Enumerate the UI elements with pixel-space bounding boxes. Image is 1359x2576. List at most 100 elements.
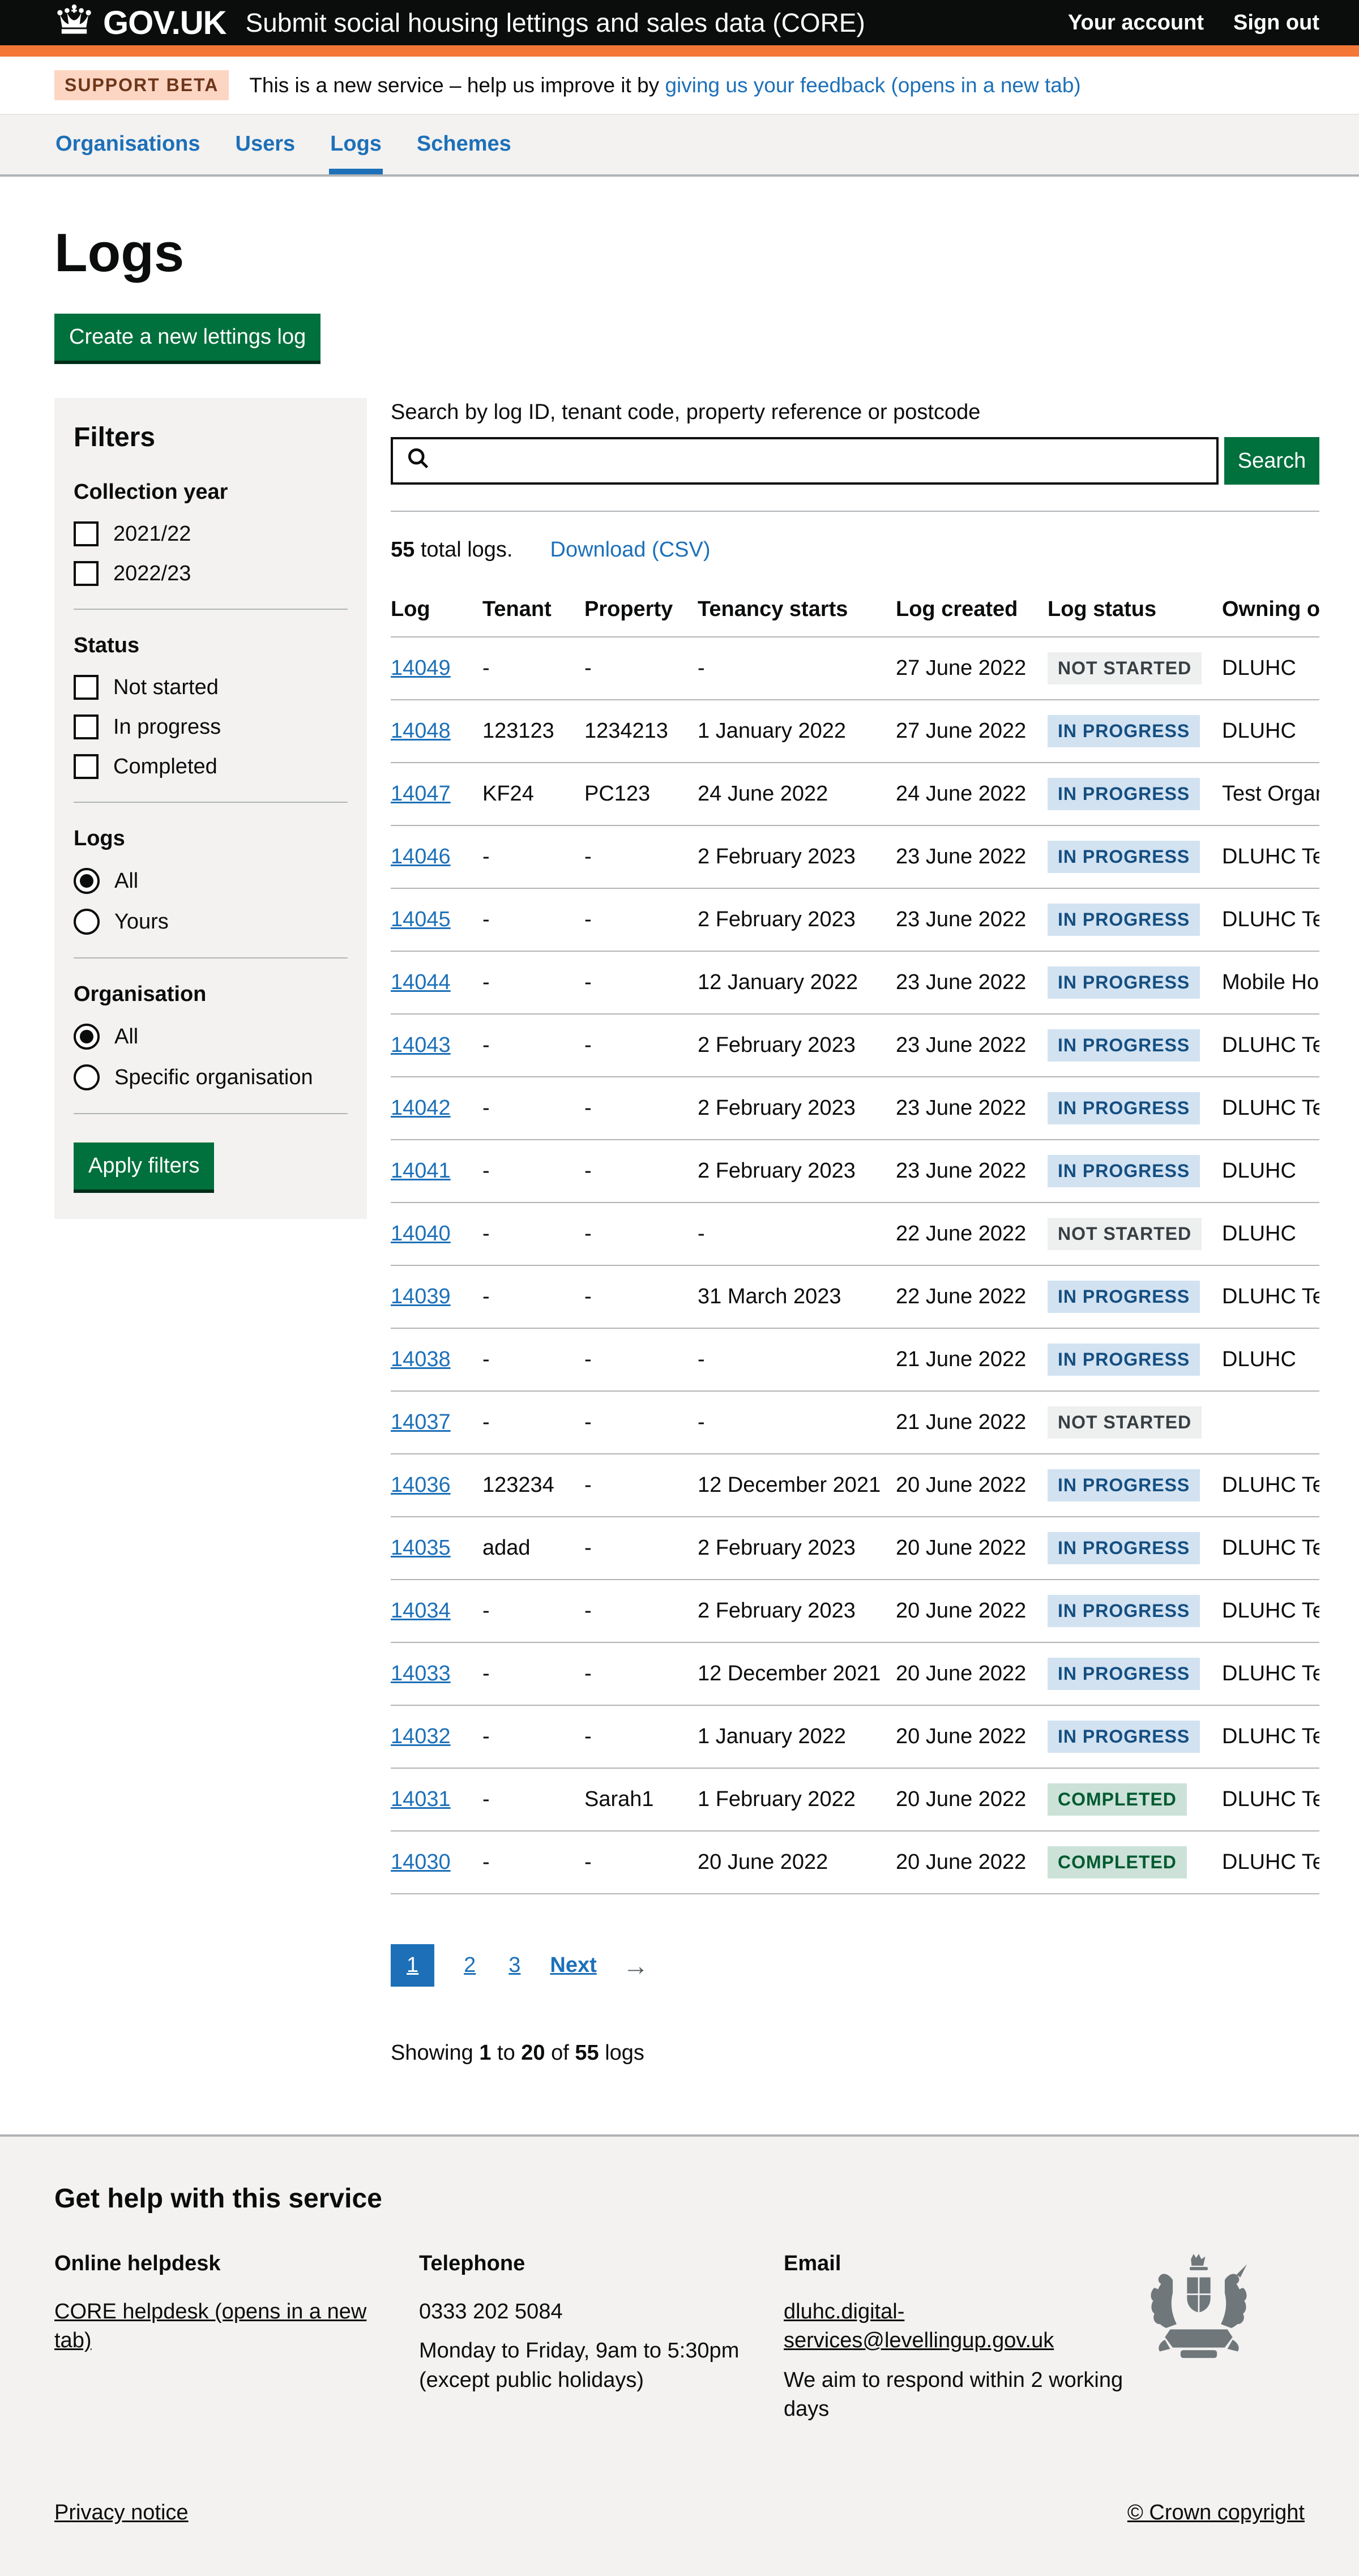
sign-out-link[interactable]: Sign out [1233, 11, 1319, 35]
log-created-cell: 23 June 2022 [896, 1014, 1048, 1077]
checkbox-option-not-started[interactable]: Not started [74, 675, 348, 700]
checkbox-2021-22[interactable] [74, 521, 99, 546]
checkbox-option-2022-23[interactable]: 2022/23 [74, 561, 348, 586]
owning-organisation-cell: DLUHC Test [1222, 1580, 1319, 1642]
nav-item-schemes[interactable]: Schemes [416, 115, 512, 174]
radio-option-logs-all[interactable]: All [74, 868, 348, 894]
log-id-link[interactable]: 14031 [391, 1787, 451, 1811]
log-id-link[interactable]: 14030 [391, 1850, 451, 1874]
radio-logs-all[interactable] [74, 868, 100, 894]
log-status-cell: IN PROGRESS [1048, 700, 1222, 763]
log-id-link[interactable]: 14040 [391, 1222, 451, 1246]
checkbox-option-completed[interactable]: Completed [74, 754, 348, 779]
property-cell: - [584, 1517, 698, 1580]
log-id-link[interactable]: 14035 [391, 1536, 451, 1560]
filters-panel: Filters Collection year 2021/22 2022/23 … [54, 398, 367, 1219]
service-name[interactable]: Submit social housing lettings and sales… [245, 7, 865, 38]
showing-suffix: logs [599, 2041, 644, 2065]
log-id-link[interactable]: 14033 [391, 1662, 451, 1685]
log-status-cell: IN PROGRESS [1048, 1705, 1222, 1768]
log-id-link[interactable]: 14048 [391, 719, 451, 743]
search-button[interactable]: Search [1224, 437, 1319, 485]
search-input[interactable] [441, 448, 1204, 474]
log-id-link[interactable]: 14041 [391, 1159, 451, 1183]
table-row: 14049---27 June 2022NOT STARTEDDLUHC [391, 637, 1319, 700]
property-cell: - [584, 1203, 698, 1265]
download-csv-link[interactable]: Download (CSV) [550, 538, 711, 562]
nav-item-organisations[interactable]: Organisations [54, 115, 202, 174]
log-id-link[interactable]: 14045 [391, 908, 451, 931]
property-cell: Sarah1 [584, 1768, 698, 1831]
radio-org-all[interactable] [74, 1024, 100, 1050]
log-id-link[interactable]: 14047 [391, 782, 451, 806]
property-cell: - [584, 1831, 698, 1894]
checkbox-option-in-progress[interactable]: In progress [74, 714, 348, 739]
radio-option-logs-yours[interactable]: Yours [74, 909, 348, 935]
tenant-cell: - [482, 1265, 584, 1328]
pagination-page-1-current[interactable]: 1 [391, 1944, 434, 1987]
table-row: 14033--12 December 202120 June 2022IN PR… [391, 1642, 1319, 1705]
main-content: Logs Create a new lettings log Filters C… [0, 222, 1359, 2065]
nav-item-users[interactable]: Users [234, 115, 297, 174]
tenancy-starts-cell: 1 February 2022 [698, 1768, 896, 1831]
tenant-cell: KF24 [482, 763, 584, 825]
footer: Get help with this service Online helpde… [0, 2134, 1359, 2576]
checkbox-label: Completed [113, 755, 217, 779]
log-id-link[interactable]: 14044 [391, 970, 451, 994]
owning-organisation-cell: DLUHC Test [1222, 1517, 1319, 1580]
tenant-cell: - [482, 888, 584, 951]
organisation-filter-title: Organisation [74, 982, 348, 1007]
pagination-page-3[interactable]: 3 [505, 1944, 524, 1987]
status-badge: IN PROGRESS [1048, 1469, 1200, 1501]
log-created-cell: 20 June 2022 [896, 1768, 1048, 1831]
log-status-cell: IN PROGRESS [1048, 825, 1222, 888]
filter-divider [74, 609, 348, 610]
radio-logs-yours[interactable] [74, 909, 100, 935]
email-link[interactable]: dluhc.digital-services@levellingup.gov.u… [784, 2300, 1054, 2352]
pagination-page-2[interactable]: 2 [460, 1944, 479, 1987]
nav-item-logs[interactable]: Logs [329, 115, 383, 174]
tenant-cell: - [482, 1768, 584, 1831]
status-badge: IN PROGRESS [1048, 1281, 1200, 1313]
privacy-notice-link[interactable]: Privacy notice [54, 2501, 189, 2525]
checkbox-in-progress[interactable] [74, 714, 99, 739]
log-id-link[interactable]: 14046 [391, 845, 451, 868]
pagination-next[interactable]: Next [550, 1944, 596, 1987]
feedback-link[interactable]: giving us your feedback (opens in a new … [665, 74, 1080, 97]
checkbox-not-started[interactable] [74, 675, 99, 700]
crown-copyright-link[interactable]: © Crown copyright [1127, 2501, 1305, 2525]
property-cell: - [584, 1265, 698, 1328]
apply-filters-button[interactable]: Apply filters [74, 1142, 214, 1189]
log-id-link[interactable]: 14038 [391, 1347, 451, 1371]
log-id-link[interactable]: 14039 [391, 1285, 451, 1308]
log-id-link[interactable]: 14043 [391, 1033, 451, 1057]
core-helpdesk-link[interactable]: CORE helpdesk (opens in a new tab) [54, 2300, 366, 2352]
property-cell: PC123 [584, 763, 698, 825]
tenant-cell: - [482, 1580, 584, 1642]
radio-org-specific[interactable] [74, 1064, 100, 1090]
log-id-link[interactable]: 14034 [391, 1599, 451, 1623]
property-cell: - [584, 1642, 698, 1705]
checkbox-option-2021-22[interactable]: 2021/22 [74, 521, 348, 546]
col-header-log: Log [391, 585, 482, 637]
table-row: 14041--2 February 202323 June 2022IN PRO… [391, 1140, 1319, 1203]
tenancy-starts-cell: 24 June 2022 [698, 763, 896, 825]
table-row: 14030--20 June 202220 June 2022COMPLETED… [391, 1831, 1319, 1894]
log-id-link[interactable]: 14049 [391, 656, 451, 680]
your-account-link[interactable]: Your account [1068, 11, 1204, 35]
checkbox-label: In progress [113, 715, 221, 739]
checkbox-completed[interactable] [74, 754, 99, 779]
col-header-log-created: Log created [896, 585, 1048, 637]
helpdesk-title: Online helpdesk [54, 2252, 396, 2276]
radio-option-org-all[interactable]: All [74, 1024, 348, 1050]
checkbox-2022-23[interactable] [74, 561, 99, 586]
log-id-link[interactable]: 14042 [391, 1096, 451, 1120]
log-id-link[interactable]: 14032 [391, 1725, 451, 1748]
filter-group-status: Status Not started In progress Completed [74, 634, 348, 779]
govuk-logo[interactable]: GOV.UK [54, 3, 226, 42]
log-created-cell: 24 June 2022 [896, 763, 1048, 825]
radio-option-org-specific[interactable]: Specific organisation [74, 1064, 348, 1090]
log-id-link[interactable]: 14036 [391, 1473, 451, 1497]
log-id-link[interactable]: 14037 [391, 1410, 451, 1434]
create-lettings-log-button[interactable]: Create a new lettings log [54, 314, 320, 361]
